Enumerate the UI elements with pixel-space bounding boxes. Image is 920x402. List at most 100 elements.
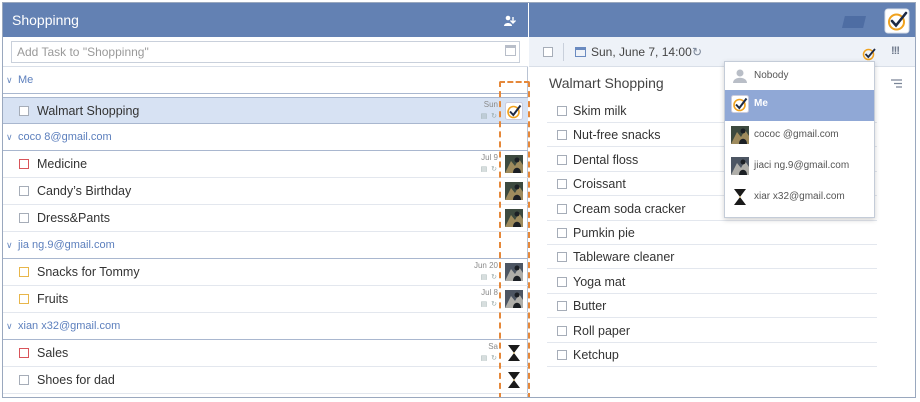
avatar-image [505,102,523,120]
tag-icon[interactable] [842,16,866,28]
task-name[interactable]: Walmart Shopping [37,104,139,118]
assignee-avatar[interactable] [505,182,523,200]
subtask-checkbox[interactable] [557,179,567,190]
complete-checkbox[interactable] [543,47,553,57]
subtask-item[interactable]: Butter [547,294,877,319]
task-title[interactable]: Walmart Shopping [549,75,664,91]
task-checkbox[interactable] [19,267,29,277]
assign-option-avatar [731,188,749,206]
subtask-label[interactable]: Croissant [573,177,626,191]
subtask-item[interactable]: Ketchup [547,343,877,367]
share-icon[interactable] [503,14,517,28]
assign-option[interactable]: cococ @gmail.com [725,121,874,150]
due-date[interactable]: Sun, June 7, 14:00 [591,45,692,59]
group-label: Me [18,74,34,86]
subtask-label[interactable]: Pumkin pie [573,226,635,240]
assignee-avatar[interactable] [505,102,523,120]
task-row[interactable]: Walmart Shopping Sun ▤ ↻ [3,97,528,124]
subtask-label[interactable]: Roll paper [573,324,630,338]
task-row[interactable]: Medicine Jul 9 ▤ ↻ [3,151,528,178]
assign-option[interactable]: Nobody [725,62,874,91]
task-name[interactable]: Dress&Pants [37,211,110,225]
subtask-label[interactable]: Butter [573,299,606,313]
task-date: Sun [483,100,498,109]
subtask-item[interactable]: Pumkin pie [547,221,877,245]
chevron-down-icon[interactable]: ∨ [6,132,13,143]
subtask-item[interactable]: Yoga mat [547,270,877,294]
calendar-icon[interactable] [575,47,586,57]
avatar-image [505,263,523,281]
subtask-checkbox[interactable] [557,350,567,360]
chevron-down-icon[interactable]: ∨ [6,240,13,251]
subtask-checkbox[interactable] [557,154,567,165]
task-list-pane: Shoppinng ∨ Me Walmart Shopping Sun ▤ ↻ ∨ coco… [3,3,530,397]
subtask-label[interactable]: Yoga mat [573,275,625,289]
task-checkbox[interactable] [19,348,29,358]
assignee-avatar[interactable] [505,371,523,389]
task-row[interactable]: Dress&Pants [3,205,528,232]
group-header[interactable]: ∨ xian x32@gmail.com [3,313,528,340]
assign-option[interactable]: Me [725,90,874,121]
task-meta-icons: ▤ ↻ [480,301,498,308]
assign-option[interactable]: xiar x32@gmail.com [725,183,874,212]
task-row[interactable]: Candy’s Birthday [3,178,528,205]
task-meta-icons: ▤ ↻ [480,274,498,281]
task-checkbox[interactable] [19,186,29,196]
avatar-image [505,371,523,389]
task-name[interactable]: Candy’s Birthday [37,184,131,198]
subtask-checkbox[interactable] [557,130,567,141]
assign-option[interactable]: jiaci ng.9@gmail.com [725,152,874,181]
subtask-checkbox[interactable] [557,252,567,263]
assignee-avatar[interactable] [505,344,523,362]
task-checkbox[interactable] [19,159,29,169]
subtask-label[interactable]: Dental floss [573,153,638,167]
assignee-avatar[interactable] [505,155,523,173]
chevron-down-icon[interactable]: ∨ [6,321,13,332]
repeat-icon[interactable]: ↻ [692,45,702,59]
task-checkbox[interactable] [19,106,29,116]
subtask-label[interactable]: Tableware cleaner [573,250,674,264]
group-header[interactable]: ∨ Me [3,67,528,94]
group-header[interactable]: ∨ jia ng.9@gmail.com [3,232,528,259]
avatar-image [505,209,523,227]
subtask-item[interactable]: Roll paper [547,319,877,343]
assignee-avatar[interactable] [505,290,523,308]
chevron-down-icon[interactable]: ∨ [6,75,13,86]
avatar-image [731,126,749,144]
task-row[interactable]: Snacks for Tommy Jun 20 ▤ ↻ [3,259,528,286]
task-name[interactable]: Fruits [37,292,68,306]
priority-icon[interactable]: !!! [891,45,900,57]
subtask-checkbox[interactable] [557,325,567,336]
task-row[interactable]: Shoes for dad [3,367,528,394]
assign-icon[interactable] [862,47,876,61]
subtask-item[interactable]: Tableware cleaner [547,245,877,270]
task-date: Sa [488,342,498,351]
subtask-checkbox[interactable] [557,228,567,238]
subtask-checkbox[interactable] [557,301,567,312]
notes-icon[interactable] [891,79,902,88]
assign-option-avatar [731,67,749,85]
task-meta-icons: ▤ ↻ [480,355,498,362]
assign-option-label: cococ @gmail.com [754,129,839,140]
task-name[interactable]: Snacks for Tommy [37,265,140,279]
task-checkbox[interactable] [19,213,29,223]
task-row[interactable]: Sales Sa ▤ ↻ [3,340,528,367]
task-name[interactable]: Sales [37,346,68,360]
task-checkbox[interactable] [19,294,29,304]
subtask-checkbox[interactable] [557,106,567,116]
task-name[interactable]: Shoes for dad [37,373,115,387]
subtask-label[interactable]: Nut-free snacks [573,128,661,142]
subtask-label[interactable]: Ketchup [573,348,619,362]
task-checkbox[interactable] [19,375,29,385]
subtask-checkbox[interactable] [557,276,567,287]
calendar-icon[interactable] [505,45,516,56]
assignee-avatar[interactable] [505,263,523,281]
subtask-label[interactable]: Skim milk [573,104,626,118]
subtask-checkbox[interactable] [557,203,567,214]
task-name[interactable]: Medicine [37,157,87,171]
add-task-input[interactable] [11,41,520,63]
assignee-avatar[interactable] [505,209,523,227]
subtask-label[interactable]: Cream soda cracker [573,202,686,216]
task-row[interactable]: Fruits Jul 8 ▤ ↻ [3,286,528,313]
group-header[interactable]: ∨ coco 8@gmail.com [3,124,528,151]
